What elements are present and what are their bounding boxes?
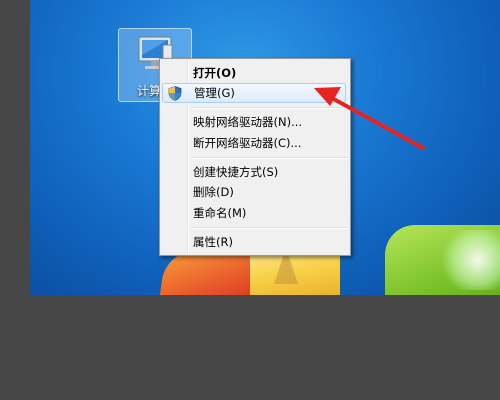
desktop: 计算 打开(O) 管理(G) 映射网络驱动器(N)... 断开网络驱动器(C).…	[30, 0, 500, 295]
red-arrow-annotation	[314, 87, 425, 150]
bottom-frame-bar	[0, 295, 500, 400]
left-frame-bar	[0, 0, 30, 295]
